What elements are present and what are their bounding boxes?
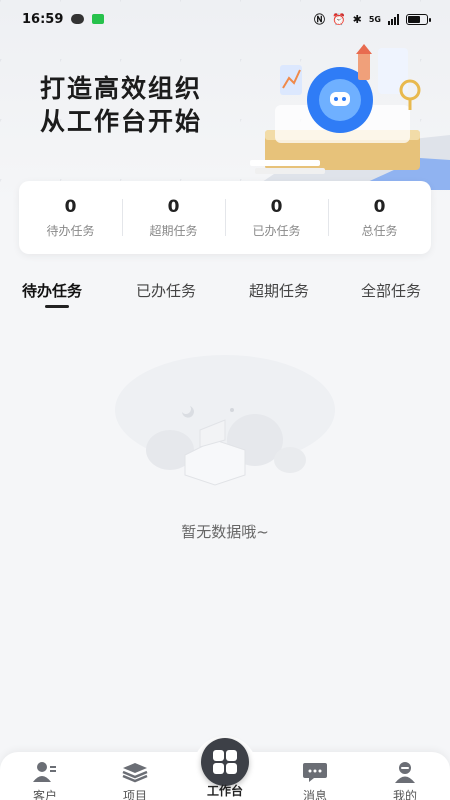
task-stats-card: 0 待办任务 0 超期任务 0 已办任务 0 总任务 [19, 181, 431, 254]
nav-label: 我的 [392, 789, 417, 800]
slogan-line-1: 打造高效组织 [40, 74, 203, 103]
stat-overdue[interactable]: 0 超期任务 [122, 181, 225, 254]
stat-value: 0 [64, 197, 77, 217]
empty-state-illustration [115, 355, 335, 486]
stat-pending[interactable]: 0 待办任务 [19, 181, 122, 254]
tab-all[interactable]: 全部任务 [361, 280, 421, 301]
nfc-icon: Ⓝ [313, 13, 325, 26]
nav-label: 消息 [302, 789, 327, 800]
alarm-icon: ⏰ [331, 12, 346, 26]
empty-state-text: 暂无数据哦~ [181, 523, 269, 541]
bluetooth-icon: ✱ [352, 12, 362, 26]
hero-slogan: 打造高效组织 从工作台开始 [40, 72, 202, 138]
signal-icon [388, 13, 399, 25]
tab-overdue[interactable]: 超期任务 [249, 280, 309, 301]
tab-pending[interactable]: 待办任务 [22, 280, 82, 301]
customer-icon [32, 760, 58, 784]
stat-label: 总任务 [361, 224, 398, 238]
stat-value: 0 [167, 197, 180, 217]
slogan-line-2: 从工作台开始 [40, 107, 203, 136]
hero-banner: 打造高效组织 从工作台开始 16:59 Ⓝ ⏰ ✱ 5G [0, 0, 450, 210]
nav-item-profile[interactable]: 我的 [375, 760, 435, 800]
stat-done[interactable]: 0 已办任务 [225, 181, 328, 254]
nav-item-project[interactable]: 项目 [105, 760, 165, 800]
workbench-icon [213, 750, 237, 774]
active-tab-indicator [45, 305, 69, 308]
stat-label: 超期任务 [149, 224, 198, 238]
profile-icon [392, 760, 418, 784]
nav-item-workbench[interactable] [201, 738, 249, 786]
nav-label: 客户 [32, 789, 57, 800]
nav-label: 项目 [122, 789, 147, 800]
message-notification-icon [92, 14, 105, 24]
nav-label-workbench[interactable]: 工作台 [190, 782, 260, 799]
hero-illustration [250, 44, 450, 190]
stat-value: 0 [270, 197, 283, 217]
nav-item-customer[interactable]: 客户 [15, 760, 75, 800]
tab-done[interactable]: 已办任务 [136, 280, 196, 301]
project-icon [122, 760, 148, 784]
nav-item-message[interactable]: 消息 [285, 760, 345, 800]
network-type: 5G [368, 14, 381, 24]
stat-label: 已办任务 [252, 224, 301, 238]
stat-label: 待办任务 [46, 224, 95, 238]
wechat-notification-icon [71, 14, 85, 24]
status-bar: 16:59 Ⓝ ⏰ ✱ 5G [0, 0, 450, 38]
message-icon [302, 760, 328, 784]
battery-icon [406, 13, 431, 25]
stat-total[interactable]: 0 总任务 [328, 181, 431, 254]
stat-value: 0 [373, 197, 386, 217]
status-time: 16:59 [22, 11, 64, 27]
